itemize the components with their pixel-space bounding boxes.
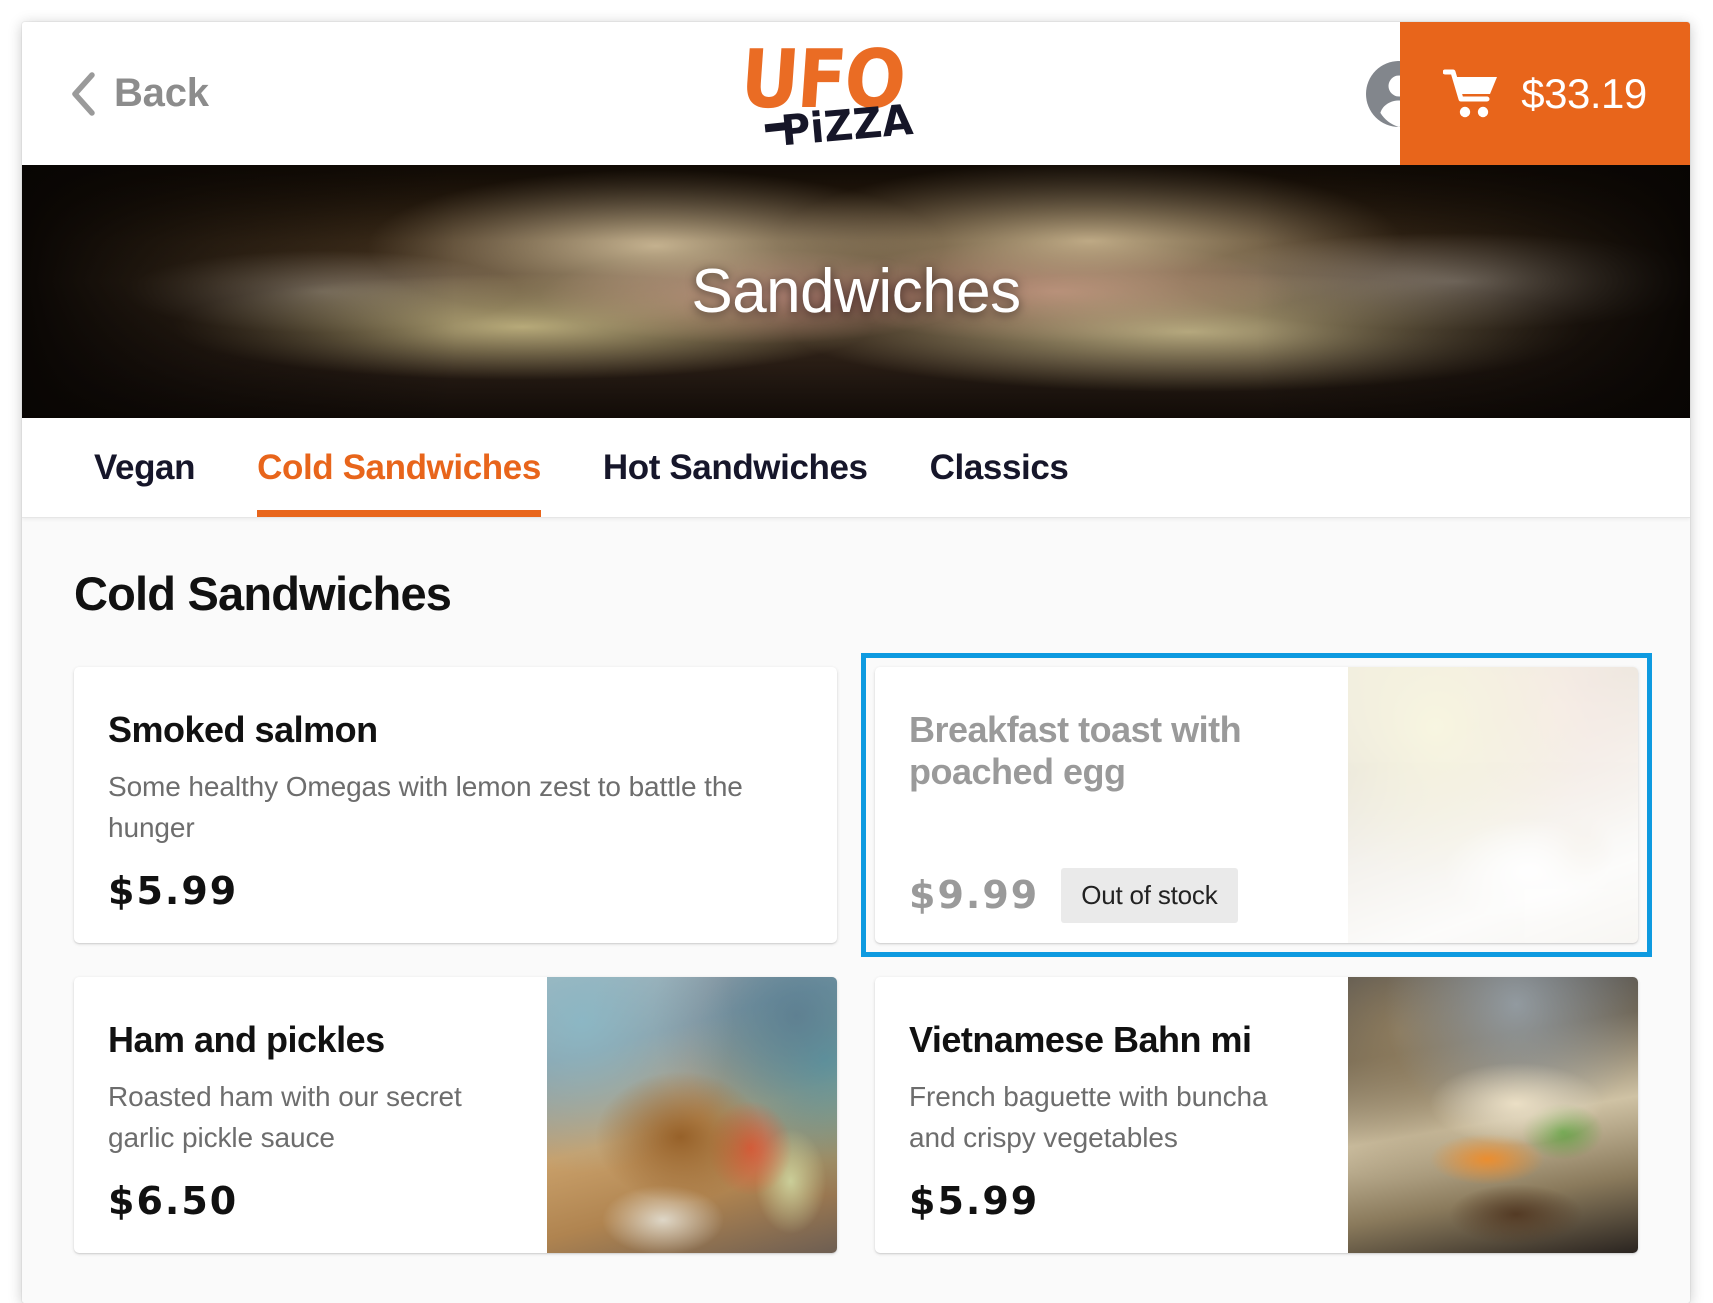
logo-dash-mark: [764, 121, 792, 132]
menu-item-body: Breakfast toast with poached egg $9.99 O…: [875, 667, 1348, 943]
ufo-pizza-logo: UFO PiZZA: [738, 31, 971, 155]
page-title: Sandwiches: [691, 257, 1021, 326]
menu-item-card-smoked-salmon[interactable]: Smoked salmon Some healthy Omegas with l…: [74, 667, 837, 943]
tab-vegan[interactable]: Vegan: [94, 418, 196, 517]
app-window: Back UFO PiZZA $33.19 Sandwiches Vegan C…: [22, 22, 1690, 1303]
top-navigation-bar: Back UFO PiZZA $33.19: [22, 22, 1690, 165]
menu-item-body: Vietnamese Bahn mi French baguette with …: [875, 977, 1348, 1253]
back-button-label: Back: [114, 71, 209, 115]
menu-item-photo: [547, 977, 837, 1253]
menu-item-slot: Ham and pickles Roasted ham with our sec…: [74, 977, 837, 1253]
menu-item-price: $5.99: [108, 868, 239, 913]
logo-secondary-text: PiZZA: [779, 95, 915, 156]
menu-item-description: French baguette with buncha and crispy v…: [909, 1081, 1268, 1154]
menu-item-card-ham-and-pickles[interactable]: Ham and pickles Roasted ham with our sec…: [74, 977, 837, 1253]
menu-item-price-row: $5.99: [909, 1179, 1314, 1223]
status-badge-out-of-stock: Out of stock: [1061, 867, 1238, 923]
hero-banner: Sandwiches: [22, 165, 1690, 418]
menu-item-slot: Smoked salmon Some healthy Omegas with l…: [74, 667, 837, 943]
logo-primary-text: UFO: [737, 31, 908, 126]
menu-item-name: Smoked salmon: [108, 709, 378, 750]
menu-item-photo: [1348, 667, 1638, 943]
tab-classics[interactable]: Classics: [930, 418, 1069, 517]
menu-item-body: Smoked salmon Some healthy Omegas with l…: [74, 667, 837, 943]
chevron-left-icon: [68, 71, 98, 116]
section-title: Cold Sandwiches: [74, 567, 452, 620]
menu-item-description: Some healthy Omegas with lemon zest to b…: [108, 771, 743, 844]
menu-item-photo: [1348, 977, 1638, 1253]
tab-hot-sandwiches[interactable]: Hot Sandwiches: [603, 418, 868, 517]
menu-item-body: Ham and pickles Roasted ham with our sec…: [74, 977, 547, 1253]
menu-item-price-row: $6.50: [108, 1179, 513, 1223]
menu-item-slot: Vietnamese Bahn mi French baguette with …: [875, 977, 1638, 1253]
menu-content: Cold Sandwiches Smoked salmon Some healt…: [22, 518, 1690, 1303]
category-tabs: Vegan Cold Sandwiches Hot Sandwiches Cla…: [22, 418, 1690, 518]
menu-item-price: $6.50: [108, 1178, 239, 1223]
tab-cold-sandwiches[interactable]: Cold Sandwiches: [257, 418, 541, 517]
menu-item-name: Breakfast toast with poached egg: [909, 709, 1242, 793]
menu-item-grid: Smoked salmon Some healthy Omegas with l…: [74, 653, 1652, 1253]
menu-item-price: $5.99: [909, 1178, 1040, 1223]
cart-button[interactable]: $33.19: [1400, 22, 1690, 165]
menu-item-description: Roasted ham with our secret garlic pickl…: [108, 1081, 462, 1154]
cart-total-amount: $33.19: [1521, 69, 1647, 117]
menu-item-price-row: $5.99: [108, 869, 803, 913]
menu-item-card-vietnamese-bahn-mi[interactable]: Vietnamese Bahn mi French baguette with …: [875, 977, 1638, 1253]
menu-item-price: $9.99: [909, 873, 1040, 918]
shopping-cart-icon: [1442, 68, 1499, 120]
back-button[interactable]: Back: [68, 71, 209, 116]
menu-item-name: Vietnamese Bahn mi: [909, 1019, 1252, 1060]
menu-item-name: Ham and pickles: [108, 1019, 385, 1060]
menu-item-card-breakfast-toast[interactable]: Breakfast toast with poached egg $9.99 O…: [875, 667, 1638, 943]
menu-item-slot-selected: Breakfast toast with poached egg $9.99 O…: [861, 653, 1652, 957]
menu-item-price-row: $9.99 Out of stock: [909, 867, 1314, 923]
